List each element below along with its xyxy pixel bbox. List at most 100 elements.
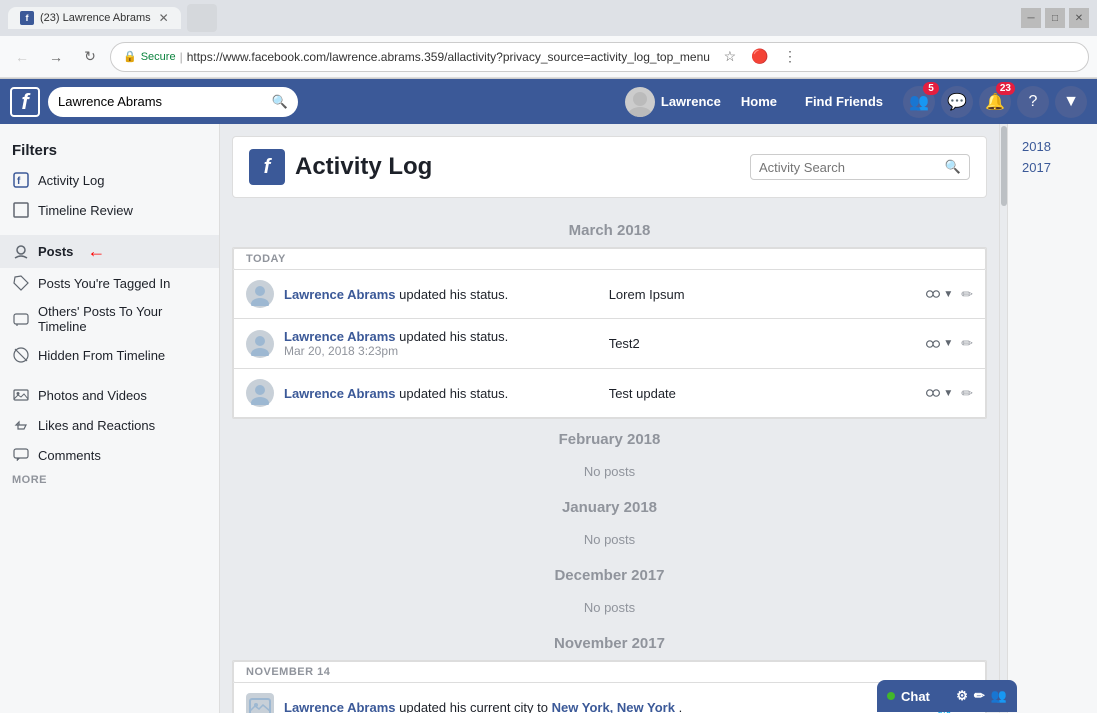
fb-username: Lawrence [661, 94, 721, 109]
friends-badge: 5 [923, 82, 939, 95]
fb-home-link[interactable]: Home [733, 90, 785, 113]
year-2017[interactable]: 2017 [1016, 157, 1089, 178]
refresh-button[interactable]: ↻ [76, 43, 104, 71]
forward-button[interactable]: → [42, 43, 70, 71]
activity-log-icon: f [12, 171, 30, 189]
sidebar-item-posts-tagged[interactable]: Posts You're Tagged In [0, 268, 219, 298]
month-march-2018: March 2018 [232, 210, 987, 247]
entry-city-link-nov[interactable]: New York, New York [552, 700, 675, 713]
sidebar-item-others-posts[interactable]: Others' Posts To Your Timeline [0, 298, 219, 340]
tab-close-button[interactable]: ✕ [159, 11, 169, 25]
month-january-2018: January 2018 [232, 487, 987, 524]
filters-title: Filters [0, 136, 219, 165]
entry-text-3: Lawrence Abrams updated his status. [284, 386, 591, 401]
table-row: Lawrence Abrams updated his current city… [233, 683, 986, 713]
january-no-posts: No posts [232, 524, 987, 555]
sidebar-activity-log-label: Activity Log [38, 173, 104, 188]
scrollbar-area[interactable] [999, 124, 1007, 713]
fb-notifications-icon[interactable]: 🔔 23 [979, 86, 1011, 118]
window-minimize-button[interactable]: ─ [1021, 8, 1041, 28]
browser-menu-icon[interactable]: ⋮ [778, 45, 802, 69]
browser-tab[interactable]: f (23) Lawrence Abrams ✕ [8, 7, 181, 29]
chat-settings-icon[interactable]: ⚙ [956, 688, 968, 704]
entry-content-1: Lorem Ipsum [609, 287, 916, 302]
fb-friends-icon[interactable]: 👥 5 [903, 86, 935, 118]
month-november-2017: November 2017 [232, 623, 987, 660]
fb-user-profile[interactable]: Lawrence [625, 87, 721, 117]
year-2018[interactable]: 2018 [1016, 136, 1089, 157]
chat-edit-icon[interactable]: ✏ [974, 688, 985, 704]
chat-bar[interactable]: Chat ⚙ ✏ 👥 [877, 680, 1017, 712]
activity-search-icon: 🔍 [945, 159, 961, 175]
address-bar-actions: ☆ 🔴 ⋮ [718, 45, 802, 69]
extension-icon[interactable]: 🔴 [748, 45, 772, 69]
sidebar-item-comments[interactable]: Comments [0, 440, 219, 470]
tab-favicon: f [20, 11, 34, 25]
sidebar-item-photos-videos[interactable]: Photos and Videos [0, 380, 219, 410]
timeline-review-icon [12, 201, 30, 219]
entry-actions-2: ▼ ✏ [925, 335, 973, 352]
entry-text-2: Lawrence Abrams updated his status. Mar … [284, 329, 591, 358]
url-text: https://www.facebook.com/lawrence.abrams… [187, 50, 710, 64]
entry-user-link-3[interactable]: Lawrence Abrams [284, 386, 396, 401]
entry-text-nov: Lawrence Abrams updated his current city… [284, 700, 926, 713]
fb-dropdown-icon[interactable]: ▼ [1055, 86, 1087, 118]
year-sidebar: 2018 2017 [1007, 124, 1097, 713]
activity-search-input[interactable] [759, 160, 945, 175]
fb-header: f 🔍 Lawrence Home Find Friends 👥 5 💬 🔔 2… [0, 79, 1097, 124]
svg-text:f: f [17, 176, 21, 187]
privacy-button-1[interactable]: ▼ [925, 288, 953, 300]
chat-online-dot [887, 692, 895, 700]
fb-nav-icons: 👥 5 💬 🔔 23 ? ▼ [903, 86, 1087, 118]
window-close-button[interactable]: ✕ [1069, 8, 1089, 28]
sidebar-posts-label: Posts [38, 244, 73, 259]
edit-button-3[interactable]: ✏ [961, 385, 973, 402]
fb-messenger-icon[interactable]: 💬 [941, 86, 973, 118]
entry-user-link-2[interactable]: Lawrence Abrams [284, 329, 396, 344]
fb-search-input[interactable] [58, 94, 272, 109]
address-bar[interactable]: 🔒 Secure | https://www.facebook.com/lawr… [110, 42, 1089, 72]
month-february-2018: February 2018 [232, 419, 987, 456]
notifications-badge: 23 [996, 82, 1015, 95]
sidebar-item-hidden-timeline[interactable]: Hidden From Timeline [0, 340, 219, 370]
fb-help-icon[interactable]: ? [1017, 86, 1049, 118]
sidebar-item-activity-log[interactable]: f Activity Log [0, 165, 219, 195]
sidebar-likes-reactions-label: Likes and Reactions [38, 418, 155, 433]
scroll-thumb[interactable] [1001, 126, 1007, 206]
filters-sidebar: Filters f Activity Log Timeline Review P… [0, 124, 220, 713]
entry-user-link-nov[interactable]: Lawrence Abrams [284, 700, 396, 713]
secure-label: Secure [141, 51, 176, 63]
sidebar-more-button[interactable]: MORE [0, 470, 219, 490]
privacy-button-2[interactable]: ▼ [925, 338, 953, 350]
fb-search-icon: 🔍 [272, 94, 288, 110]
sidebar-comments-label: Comments [38, 448, 101, 463]
back-button[interactable]: ← [8, 43, 36, 71]
bookmark-icon[interactable]: ☆ [718, 45, 742, 69]
sidebar-item-posts[interactable]: Posts ← [0, 235, 219, 268]
main-layout: Filters f Activity Log Timeline Review P… [0, 124, 1097, 713]
february-no-posts: No posts [232, 456, 987, 487]
sidebar-item-timeline-review[interactable]: Timeline Review [0, 195, 219, 225]
avatar [246, 379, 274, 407]
others-posts-icon [12, 310, 30, 328]
month-december-2017: December 2017 [232, 555, 987, 592]
edit-button-1[interactable]: ✏ [961, 286, 973, 303]
sidebar-posts-tagged-label: Posts You're Tagged In [38, 276, 170, 291]
window-maximize-button[interactable]: □ [1045, 8, 1065, 28]
fb-search-box[interactable]: 🔍 [48, 87, 298, 117]
privacy-button-3[interactable]: ▼ [925, 387, 953, 399]
activity-search-box[interactable]: 🔍 [750, 154, 970, 180]
chat-users-icon[interactable]: 👥 [991, 688, 1007, 704]
fb-logo-icon: f [10, 87, 40, 117]
table-row: Lawrence Abrams updated his status. Lore… [233, 270, 986, 319]
today-label: TODAY [233, 248, 986, 270]
browser-chrome: f (23) Lawrence Abrams ✕ ─ □ ✕ ← → ↻ 🔒 S… [0, 0, 1097, 79]
entry-content-3: Test update [609, 386, 916, 401]
sidebar-item-likes-reactions[interactable]: Likes and Reactions [0, 410, 219, 440]
sidebar-timeline-review-label: Timeline Review [38, 203, 133, 218]
new-tab-button[interactable] [187, 4, 217, 32]
entry-user-link-1[interactable]: Lawrence Abrams [284, 287, 396, 302]
edit-button-2[interactable]: ✏ [961, 335, 973, 352]
fb-find-friends-link[interactable]: Find Friends [797, 90, 891, 113]
avatar [246, 280, 274, 308]
